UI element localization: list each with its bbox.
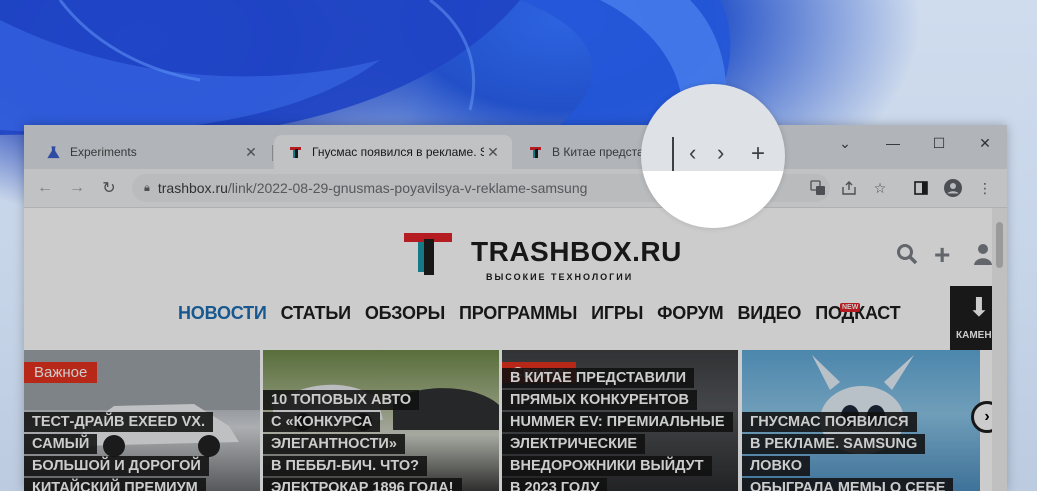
trashbox-icon xyxy=(528,145,542,159)
tab-separator xyxy=(272,145,273,161)
tab-title: Experiments xyxy=(70,145,137,159)
nav-item-programs[interactable]: ПРОГРАММЫ xyxy=(459,303,577,324)
nav-item-reviews[interactable]: ОБЗОРЫ xyxy=(365,303,445,324)
lock-icon: 🔒︎ xyxy=(144,181,150,194)
url-path: /link/2022-08-29-gnusmas-poyavilsya-v-re… xyxy=(227,180,588,196)
card-headline: 10 ТОПОВЫХ АВТО С «КОНКУРСА ЭЛЕГАНТНОСТИ… xyxy=(263,389,499,491)
minimize-icon[interactable]: — xyxy=(870,129,916,157)
nav-item-articles[interactable]: СТАТЬИ xyxy=(281,303,351,324)
nav-item-forum[interactable]: ФОРУМ xyxy=(657,303,724,324)
magnifier-lens: ‹ › + xyxy=(641,84,785,228)
tab-search-chevron-icon[interactable]: ⌄ xyxy=(822,129,868,157)
close-icon[interactable]: ✕ xyxy=(484,144,502,161)
news-card[interactable]: 10 ТОПОВЫХ АВТО С «КОНКУРСА ЭЛЕГАНТНОСТИ… xyxy=(263,350,499,491)
tab-experiments[interactable]: Experiments ✕ xyxy=(32,135,270,169)
user-icon[interactable] xyxy=(972,243,994,271)
trashbox-logo-icon xyxy=(404,233,452,275)
share-icon[interactable] xyxy=(838,177,860,199)
web-page: TRASHBOX.RU ВЫСОКИЕ ТЕХНОЛОГИИ + НОВОСТИ… xyxy=(24,208,1007,491)
card-headline: В КИТАЕ ПРЕДСТАВИЛИ ПРЯМЫХ КОНКУРЕНТОВ H… xyxy=(502,367,733,491)
headline-line: В ПЕББЛ-БИЧ. ЧТО? xyxy=(263,456,427,476)
tab-title: Гнусмас появился в рекламе. Sa xyxy=(312,145,484,159)
headline-line: ТЕСТ-ДРАЙВ EXEED VX. САМЫЙ xyxy=(24,412,214,454)
headline-line: ГНУСМАС ПОЯВИЛСЯ xyxy=(742,412,917,432)
nav-item-games[interactable]: ИГРЫ xyxy=(591,303,643,324)
side-promo-label: КАМЕН xyxy=(956,330,992,341)
trashbox-icon xyxy=(288,145,302,159)
tab-strip: Experiments ✕ Гнусмас появился в рекламе… xyxy=(24,125,1007,169)
search-icon[interactable] xyxy=(896,243,918,271)
headline-line: БОЛЬШОЙ И ДОРОГОЙ xyxy=(24,456,209,476)
url-host: trashbox.ru xyxy=(157,180,228,196)
reload-icon[interactable]: ↻ xyxy=(96,175,122,201)
headline-line: ЭЛЕКТРОКАР 1896 ГОДА! xyxy=(263,478,462,491)
nav-item-news[interactable]: НОВОСТИ xyxy=(178,303,267,324)
news-card[interactable]: Свежее В КИТАЕ ПРЕДСТАВИЛИ ПРЯМЫХ КОНКУР… xyxy=(502,350,738,491)
headline-line: ЭЛЕКТРИЧЕСКИЕ xyxy=(502,434,646,454)
window-close-icon[interactable]: ✕ xyxy=(962,129,1007,157)
headline-line: В КИТАЕ ПРЕДСТАВИЛИ xyxy=(502,368,694,388)
magnified-divider xyxy=(641,170,785,171)
browser-toolbar: ← → ↻ 🔒︎ trashbox.ru/link/2022-08-29-gnu… xyxy=(24,169,1007,208)
card-headline: ГНУСМАС ПОЯВИЛСЯ В РЕКЛАМЕ. SAMSUNG ЛОВК… xyxy=(742,411,980,491)
new-badge: NEW xyxy=(840,303,861,312)
tab-scroll-right-icon[interactable]: › xyxy=(717,140,724,166)
down-arrow-icon: ⬇ xyxy=(968,292,990,322)
translate-icon[interactable] xyxy=(807,177,829,199)
tab-gnusmas[interactable]: Гнусмас появился в рекламе. Sa ✕ xyxy=(274,135,512,169)
add-icon[interactable]: + xyxy=(934,239,950,271)
maximize-icon[interactable]: ☐ xyxy=(916,129,962,157)
page-scrollbar[interactable] xyxy=(992,208,1007,491)
headline-line: С «КОНКУРСА ЭЛЕГАНТНОСТИ» xyxy=(263,412,405,454)
logo-tagline: ВЫСОКИЕ ТЕХНОЛОГИИ xyxy=(486,272,634,282)
card-headline: ТЕСТ-ДРАЙВ EXEED VX. САМЫЙ БОЛЬШОЙ И ДОР… xyxy=(24,411,260,491)
headline-line: В РЕКЛАМЕ. SAMSUNG ЛОВКО xyxy=(742,434,926,476)
site-logo[interactable]: TRASHBOX.RU ВЫСОКИЕ ТЕХНОЛОГИИ xyxy=(404,233,681,284)
text-cursor xyxy=(672,137,674,171)
nav-item-video[interactable]: ВИДЕО xyxy=(737,303,801,324)
side-panel-icon[interactable] xyxy=(910,177,932,199)
news-card[interactable]: Важное ТЕСТ-ДРАЙВ EXEED VX. САМЫЙ БОЛЬШО… xyxy=(24,350,260,491)
site-nav: НОВОСТИ СТАТЬИ ОБЗОРЫ ПРОГРАММЫ ИГРЫ ФОР… xyxy=(178,303,901,324)
bookmark-star-icon[interactable]: ☆ xyxy=(869,177,891,199)
browser-window: Experiments ✕ Гнусмас появился в рекламе… xyxy=(24,125,1007,491)
headline-line: В 2023 ГОДУ xyxy=(502,478,608,491)
headline-line: ВНЕДОРОЖНИКИ ВЫЙДУТ xyxy=(502,456,712,476)
magnified-toolbar xyxy=(641,170,785,228)
headline-line: КИТАЙСКИЙ ПРЕМИУМ xyxy=(24,478,206,491)
card-badge: Важное xyxy=(24,362,98,383)
kebab-menu-icon[interactable]: ⋮ xyxy=(974,177,996,199)
url-text: trashbox.ru/link/2022-08-29-gnusmas-poya… xyxy=(158,180,588,196)
new-tab-plus-icon[interactable]: + xyxy=(751,140,765,168)
tab-scroll-left-icon[interactable]: ‹ xyxy=(689,140,696,166)
headline-line: HUMMER EV: ПРЕМИАЛЬНЫЕ xyxy=(502,412,733,432)
back-arrow-icon[interactable]: ← xyxy=(32,175,58,201)
headline-line: ПРЯМЫХ КОНКУРЕНТОВ xyxy=(502,390,698,410)
flask-icon xyxy=(46,145,60,159)
headline-line: ОБЫГРАЛА МЕМЫ О СЕБЕ xyxy=(742,478,954,491)
headline-line: 10 ТОПОВЫХ АВТО xyxy=(263,390,420,410)
close-icon[interactable]: ✕ xyxy=(242,144,260,161)
news-card[interactable]: ГНУСМАС ПОЯВИЛСЯ В РЕКЛАМЕ. SAMSUNG ЛОВК… xyxy=(742,350,980,491)
forward-arrow-icon[interactable]: → xyxy=(64,175,90,201)
profile-avatar-icon[interactable] xyxy=(942,177,964,199)
logo-text: TRASHBOX.RU xyxy=(471,236,682,267)
scrollbar-thumb[interactable] xyxy=(996,222,1003,268)
